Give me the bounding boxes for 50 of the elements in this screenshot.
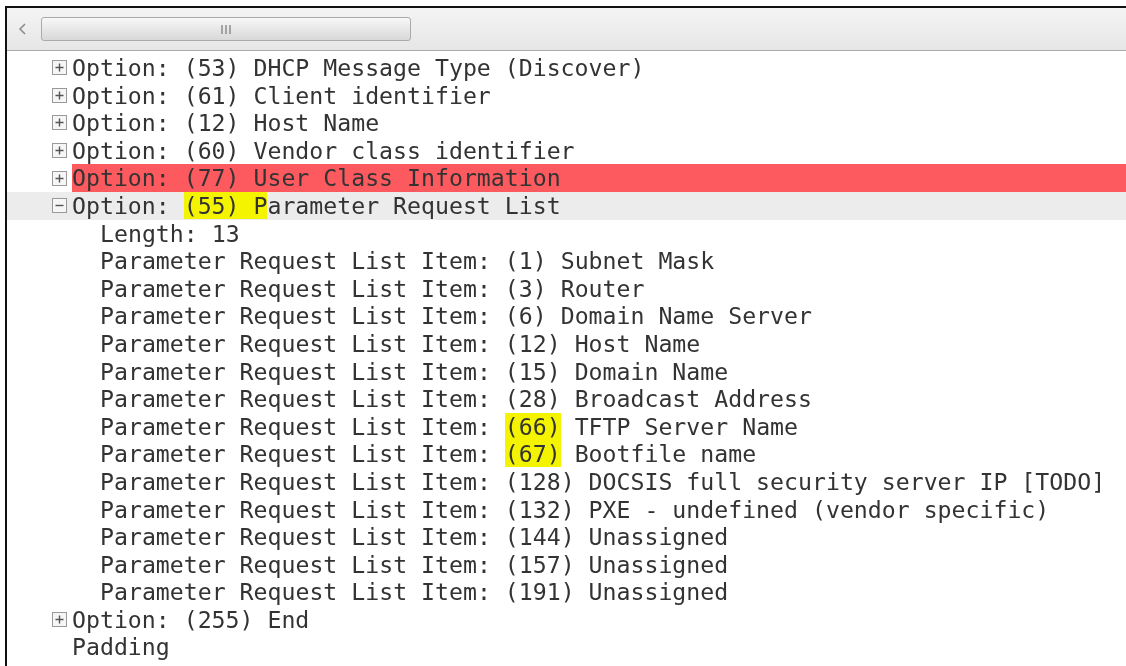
option-label: Option: (12) Host Name: [72, 109, 381, 137]
field-label: Parameter Request List Item: (66) TFTP Server Name: [100, 412, 799, 441]
field-label: Parameter Request List Item: (12) Host Name: [100, 329, 702, 358]
field-label: Parameter Request List Item: (157) Unassigned: [100, 550, 730, 579]
option-label: Option: (60) Vendor class identifier: [72, 136, 576, 165]
scrollbar-thumb[interactable]: [41, 17, 411, 41]
expand-icon[interactable]: [52, 170, 67, 186]
collapse-icon[interactable]: [52, 198, 67, 214]
tree-row[interactable]: Parameter Request List Item: (3) Router: [7, 274, 1126, 303]
tree-row[interactable]: Parameter Request List Item: (157) Unassigned: [7, 550, 1126, 579]
tree-row[interactable]: Option: (55) Parameter Request List: [7, 191, 1126, 220]
tree-row[interactable]: Parameter Request List Item: (12) Host Name: [7, 329, 1126, 358]
horizontal-scrollbar[interactable]: [7, 8, 1126, 51]
option-label: Option: (255) End: [72, 605, 311, 634]
tree-row[interactable]: Option: (61) Client identifier: [7, 81, 1126, 110]
tree-row[interactable]: Parameter Request List Item: (1) Subnet Mask: [7, 247, 1126, 275]
tree-row[interactable]: Parameter Request List Item: (6) Domain Name Server: [7, 302, 1126, 330]
tree-row[interactable]: Option: (12) Host Name: [7, 109, 1126, 137]
tree-row[interactable]: Parameter Request List Item: (66) TFTP Server Name: [7, 412, 1126, 441]
field-label: Padding: [72, 633, 171, 662]
tree-row[interactable]: Option: (60) Vendor class identifier: [7, 136, 1126, 165]
tree-row[interactable]: Parameter Request List Item: (191) Unassigned: [7, 578, 1126, 606]
field-label: Parameter Request List Item: (132) PXE - undefined (vendor specific): [100, 495, 1051, 524]
field-label: Parameter Request List Item: (6) Domain Name Server: [100, 302, 813, 330]
tree-row[interactable]: Parameter Request List Item: (144) Unassigned: [7, 523, 1126, 551]
tree-row[interactable]: Parameter Request List Item: (67) Bootfile name: [7, 440, 1126, 468]
grip-icon: [221, 24, 231, 34]
expand-icon[interactable]: [52, 612, 67, 628]
field-label: Parameter Request List Item: (191) Unassigned: [100, 578, 730, 606]
option-label: Option: (61) Client identifier: [72, 81, 492, 110]
field-label: Parameter Request List Item: (1) Subnet Mask: [100, 247, 716, 275]
tree-row[interactable]: Option: (53) DHCP Message Type (Discover): [7, 54, 1126, 82]
field-label: Parameter Request List Item: (15) Domain Name: [100, 357, 730, 386]
field-label: Length: 13: [100, 219, 241, 248]
field-label: Parameter Request List Item: (144) Unassigned: [100, 523, 730, 551]
field-label: Parameter Request List Item: (67) Bootfile name: [100, 440, 758, 468]
field-label: Parameter Request List Item: (28) Broadcast Address: [100, 385, 813, 413]
expand-icon[interactable]: [52, 87, 67, 103]
option-label: Option: (53) DHCP Message Type (Discover): [72, 54, 646, 82]
expand-icon[interactable]: [52, 60, 67, 76]
expand-icon[interactable]: [52, 143, 67, 159]
option-label: Option: (55) Parameter Request List: [72, 191, 562, 220]
tree-row[interactable]: Padding: [7, 633, 1126, 662]
tree-row[interactable]: Parameter Request List Item: (132) PXE - undefined (vendor specific): [7, 495, 1126, 524]
field-label: Parameter Request List Item: (3) Router: [100, 274, 646, 303]
tree-row[interactable]: Option: (255) End: [7, 605, 1126, 634]
tree-row[interactable]: Parameter Request List Item: (15) Domain Name: [7, 357, 1126, 386]
tree-row[interactable]: Parameter Request List Item: (28) Broadcast Address: [7, 385, 1126, 413]
expand-icon[interactable]: [52, 115, 67, 131]
tree-row[interactable]: Length: 13: [7, 219, 1126, 248]
